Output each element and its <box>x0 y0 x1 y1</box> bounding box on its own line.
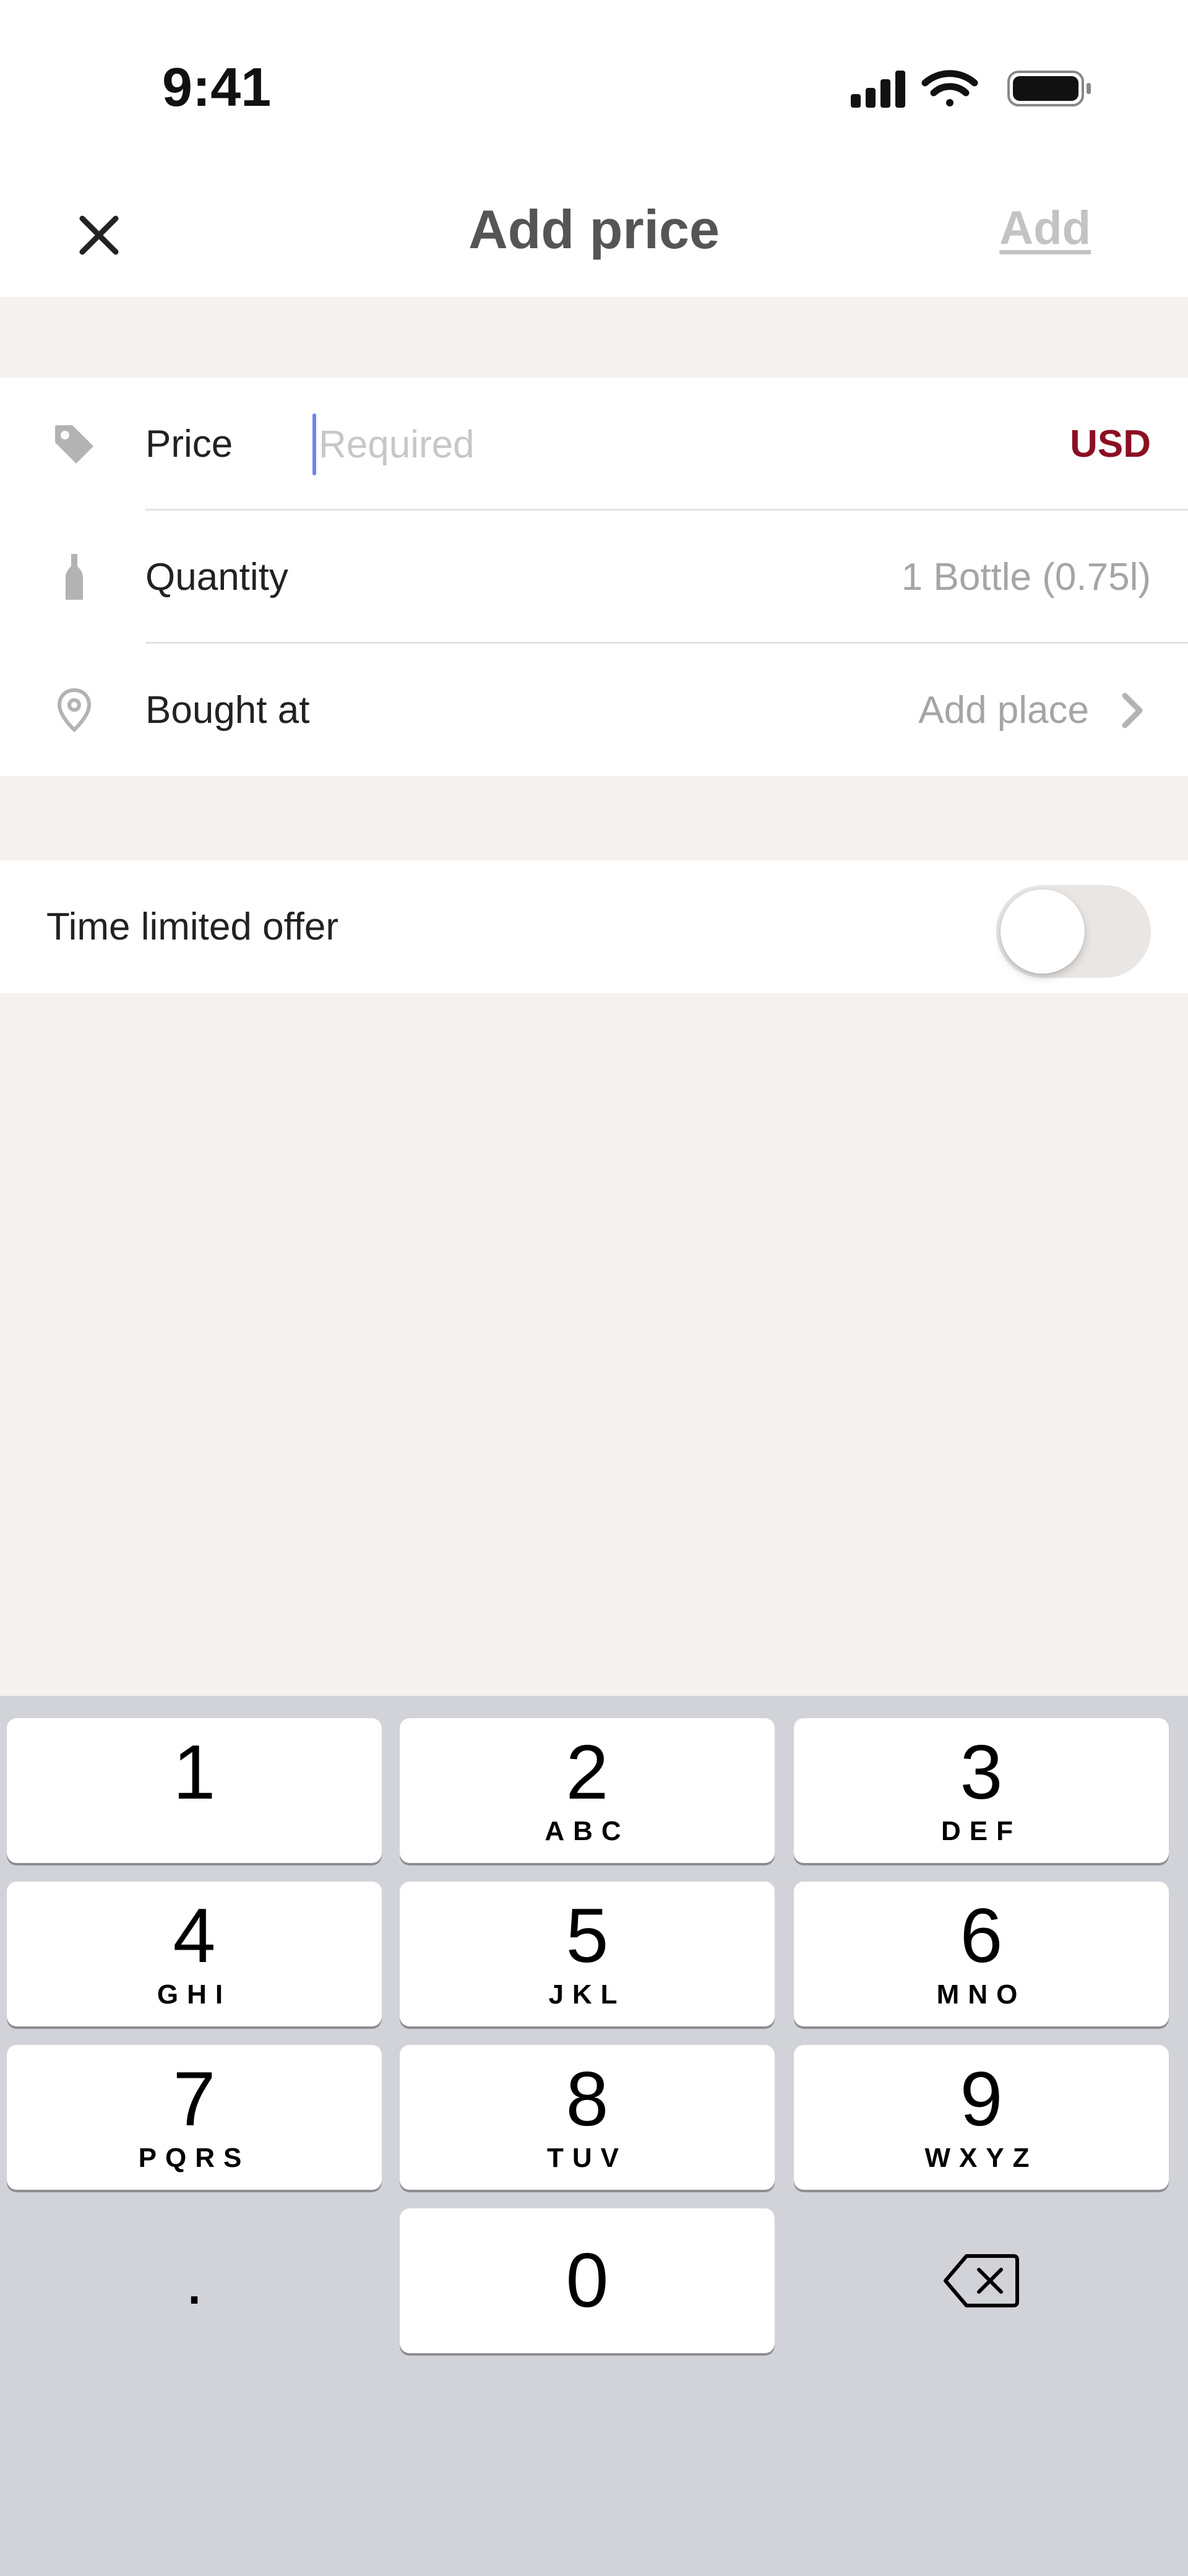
key-number: 1 <box>173 1730 216 1815</box>
price-tag-icon <box>50 420 99 469</box>
status-time: 9:41 <box>162 56 272 118</box>
key-number: 4 <box>173 1893 216 1979</box>
signal-icon <box>851 71 905 108</box>
quantity-label: Quantity <box>145 556 288 599</box>
battery-icon <box>1007 71 1091 106</box>
key-number: 2 <box>566 1730 609 1815</box>
time-limited-offer-label: Time limited offer <box>46 905 339 948</box>
key-7[interactable]: 7 PQRS <box>7 2045 382 2190</box>
toggle-knob <box>1001 889 1085 974</box>
key-number: 3 <box>960 1730 1003 1815</box>
key-letters: PQRS <box>138 2143 251 2173</box>
key-number: 7 <box>173 2057 216 2142</box>
key-letters: JKL <box>548 1979 626 2010</box>
price-input[interactable] <box>319 422 876 467</box>
key-decimal[interactable]: . <box>7 2208 382 2353</box>
key-letters: MNO <box>936 1979 1027 2010</box>
status-bar: 9:41 <box>0 0 1188 173</box>
key-6[interactable]: 6 MNO <box>794 1882 1169 2026</box>
price-label: Price <box>145 423 233 465</box>
time-limited-offer-row: Time limited offer <box>0 860 1188 993</box>
nav-bar: Add price Add <box>0 173 1188 297</box>
delete-key[interactable] <box>794 2208 1169 2353</box>
key-2[interactable]: 2 ABC <box>400 1718 775 1863</box>
status-icons <box>851 67 1098 113</box>
key-number: 0 <box>566 2238 609 2323</box>
key-5[interactable]: 5 JKL <box>400 1882 775 2026</box>
quantity-row[interactable]: Quantity 1 Bottle (0.75l) <box>0 511 1188 644</box>
offer-group: Time limited offer <box>0 860 1188 993</box>
key-letters: DEF <box>941 1816 1022 1846</box>
key-1[interactable]: 1 <box>7 1718 382 1863</box>
add-button[interactable]: Add <box>999 201 1091 255</box>
key-4[interactable]: 4 GHI <box>7 1882 382 2026</box>
key-number: . <box>184 2242 204 2319</box>
key-number: 5 <box>566 1893 609 1979</box>
key-0[interactable]: 0 <box>400 2208 775 2353</box>
key-letters: WXYZ <box>924 2143 1038 2173</box>
key-letters: TUV <box>547 2143 627 2173</box>
time-limited-offer-toggle[interactable] <box>996 885 1151 978</box>
quantity-value: 1 Bottle (0.75l) <box>901 556 1151 599</box>
key-letters: ABC <box>544 1816 630 1846</box>
key-number: 9 <box>960 2057 1003 2142</box>
key-9[interactable]: 9 WXYZ <box>794 2045 1169 2190</box>
price-details-group: Price USD Quantity 1 Bottle (0.75l) Boug… <box>0 378 1188 776</box>
bottle-icon <box>50 553 99 602</box>
key-8[interactable]: 8 TUV <box>400 2045 775 2190</box>
price-input-wrap[interactable] <box>312 413 993 475</box>
key-number: 8 <box>566 2057 609 2142</box>
location-pin-icon <box>50 686 99 735</box>
key-letters: GHI <box>157 1979 232 2010</box>
text-caret <box>312 413 316 475</box>
key-3[interactable]: 3 DEF <box>794 1718 1169 1863</box>
chevron-right-icon <box>1111 689 1154 732</box>
price-row[interactable]: Price USD <box>0 378 1188 511</box>
bought-at-row[interactable]: Bought at Add place <box>0 644 1188 777</box>
backspace-icon <box>944 2254 1019 2307</box>
wifi-icon <box>921 70 978 106</box>
currency-selector[interactable]: USD <box>1070 422 1151 466</box>
key-number: 6 <box>960 1893 1003 1979</box>
bought-at-label: Bought at <box>145 689 310 732</box>
numeric-keyboard: 1 2 ABC 3 DEF 4 GHI 5 JKL 6 MNO 7 PQRS 8… <box>0 1696 1188 2576</box>
add-place-value[interactable]: Add place <box>918 688 1089 732</box>
status-icons-svg <box>851 70 1091 108</box>
